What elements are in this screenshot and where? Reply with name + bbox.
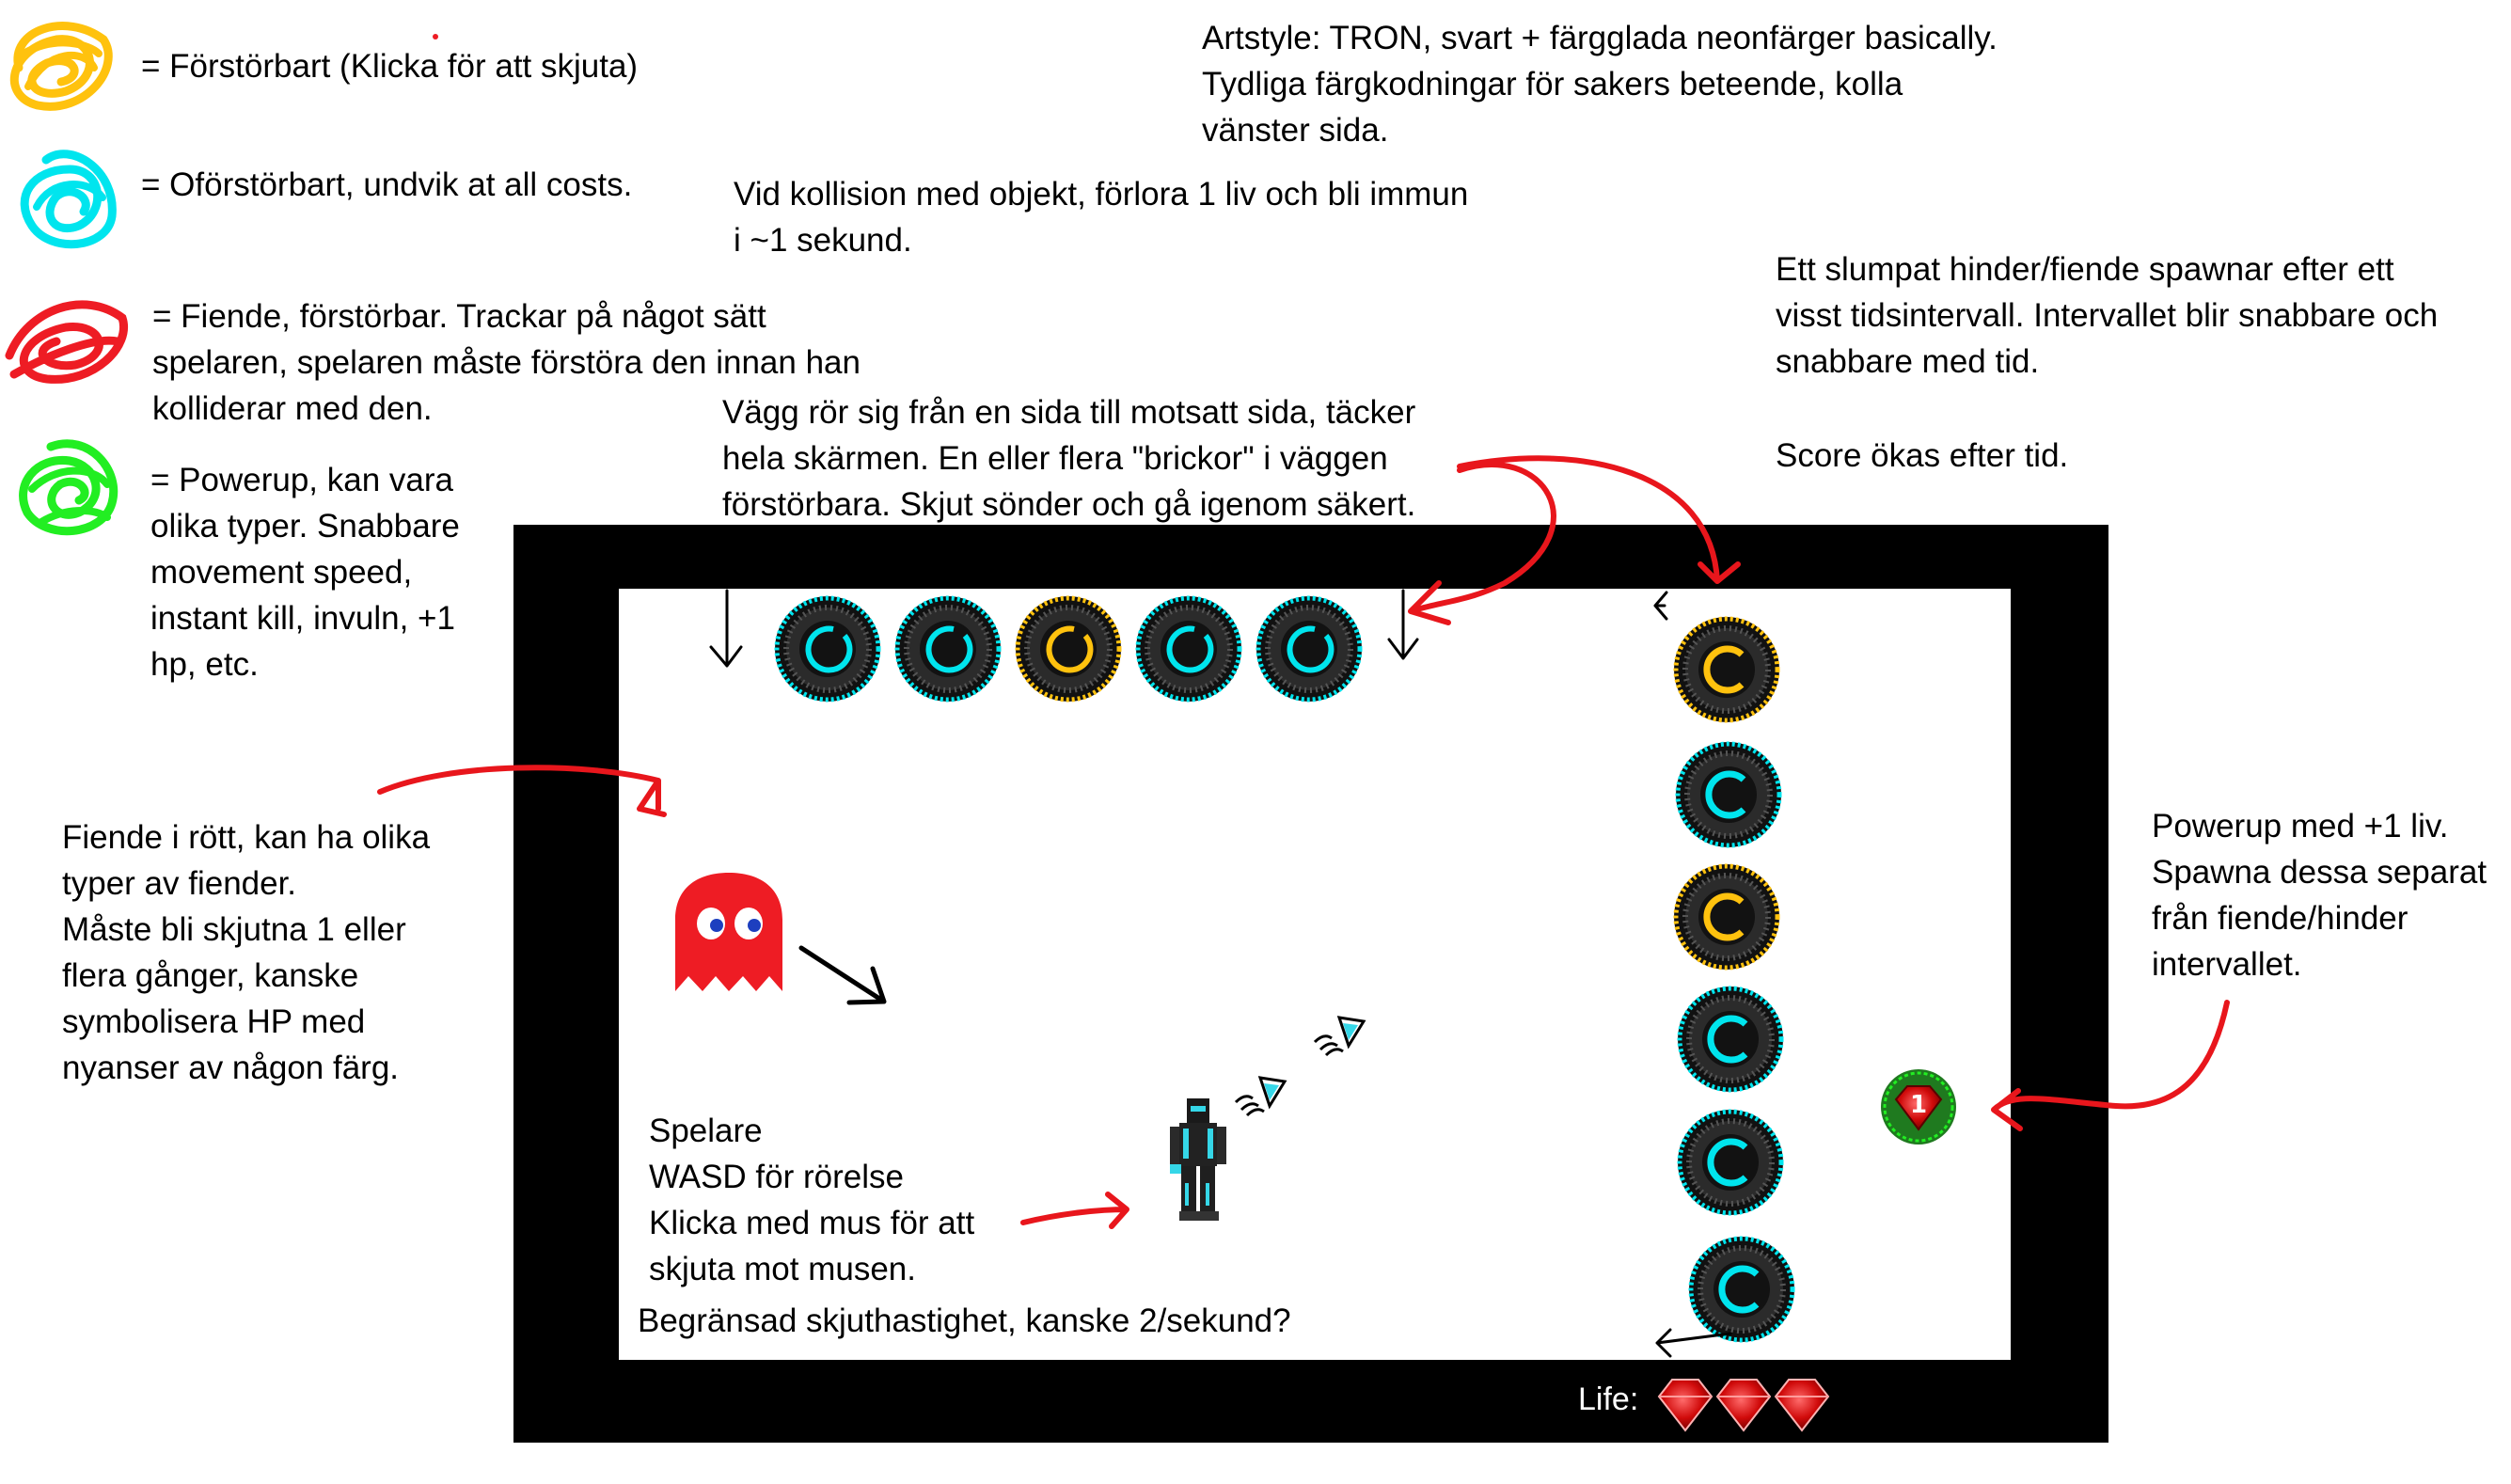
note-artstyle: Artstyle: TRON, svart + färgglada neonfä…: [1202, 20, 1998, 149]
note-fire-rate: Begränsad skjuthastighet, kanske 2/sekun…: [638, 1302, 1291, 1339]
note-powerup: Powerup med +1 liv. Spawna dessa separat…: [2152, 808, 2487, 983]
note-collision: Vid kollision med objekt, förlora 1 liv …: [734, 176, 1469, 259]
legend-swatch-destructible: [9, 22, 113, 111]
legend-label-indestructible: = Oförstörbart, undvik at all costs.: [141, 166, 633, 203]
note-player: Spelare WASD för rörelse Klicka med mus …: [649, 1113, 975, 1287]
note-score: Score ökas efter tid.: [1776, 437, 2069, 474]
stray-dot: [433, 34, 438, 39]
note-enemy: Fiende i rött, kan ha olika typer av fie…: [62, 819, 431, 1086]
legend-swatch-enemy: [5, 300, 128, 384]
life-label: Life:: [1578, 1381, 1639, 1417]
note-wall: Vägg rör sig från en sida till motsatt s…: [722, 394, 1416, 523]
note-spawn: Ett slumpat hinder/fiende spawnar efter …: [1776, 251, 2439, 380]
legend-swatch-indestructible: [20, 150, 117, 249]
legend-label-destructible: = Förstörbart (Klicka för att skjuta): [141, 48, 639, 85]
legend-label-powerup: = Powerup, kan vara olika typer. Snabbar…: [150, 462, 460, 683]
legend-swatch-powerup: [19, 439, 118, 536]
